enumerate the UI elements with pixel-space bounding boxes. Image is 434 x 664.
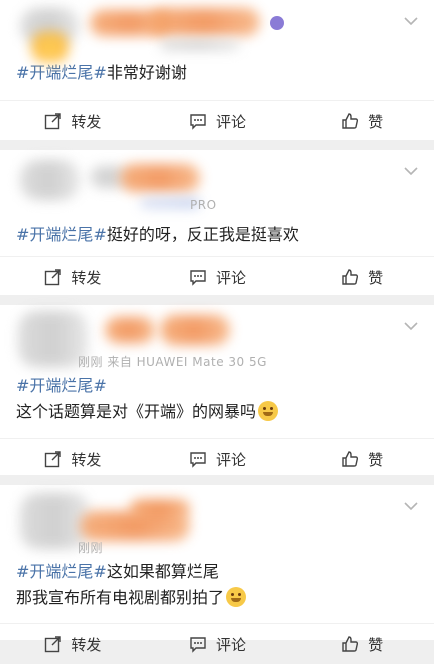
emoji-icon xyxy=(226,587,247,607)
like-label: 赞 xyxy=(368,112,384,131)
like-button[interactable]: 赞 xyxy=(289,439,434,479)
hashtag-link[interactable]: #开端烂尾# xyxy=(16,225,107,244)
comment-button[interactable]: 评论 xyxy=(145,624,290,664)
comment-button[interactable]: 评论 xyxy=(145,257,290,297)
hashtag-link[interactable]: #开端烂尾# xyxy=(16,373,418,399)
like-button[interactable]: 赞 xyxy=(289,624,434,664)
weibo-feed: #开端烂尾#非常好谢谢 转发 评论 赞 PRO #开端烂尾#挺好的呀，反正我是挺… xyxy=(0,0,434,654)
share-label: 转发 xyxy=(71,635,102,654)
post-actions: 转发 评论 赞 xyxy=(0,100,434,141)
like-label: 赞 xyxy=(368,635,384,654)
username-ext xyxy=(130,499,190,519)
share-button[interactable]: 转发 xyxy=(0,439,145,479)
post-actions: 转发 评论 赞 xyxy=(0,438,434,479)
post-card-3: 刚刚 来自 HUAWEI Mate 30 5G #开端烂尾# 这个话题算是对《开… xyxy=(0,305,434,475)
post-header: 刚刚 xyxy=(0,485,434,559)
username[interactable] xyxy=(105,317,155,343)
share-icon xyxy=(45,113,62,130)
share-label: 转发 xyxy=(71,112,102,131)
like-label: 赞 xyxy=(368,268,384,287)
post-meta xyxy=(160,40,240,50)
post-text: #开端烂尾#挺好的呀，反正我是挺喜欢 xyxy=(0,210,434,248)
comment-icon xyxy=(190,637,206,653)
post-header xyxy=(0,0,434,62)
comment-label: 评论 xyxy=(216,635,247,654)
comment-icon xyxy=(190,452,206,468)
thumbs-up-icon xyxy=(342,113,359,129)
post-body: 非常好谢谢 xyxy=(106,63,187,82)
chevron-down-icon[interactable] xyxy=(402,162,420,180)
device-label: 刚刚 来自 HUAWEI Mate 30 5G xyxy=(78,355,267,369)
comment-icon xyxy=(190,114,206,130)
chevron-down-icon[interactable] xyxy=(402,317,420,335)
post-body: 这个话题算是对《开端》的网暴吗 xyxy=(16,402,257,421)
post-card-1: #开端烂尾#非常好谢谢 转发 评论 赞 xyxy=(0,0,434,140)
comment-icon xyxy=(190,270,206,286)
post-text: #开端烂尾#这如果都算烂尾 那我宣布所有电视剧都别拍了 xyxy=(0,559,434,611)
post-body-line2: 那我宣布所有电视剧都别拍了 xyxy=(16,588,225,607)
avatar-badge xyxy=(28,32,72,62)
like-button[interactable]: 赞 xyxy=(289,101,434,141)
post-header: 刚刚 来自 HUAWEI Mate 30 5G xyxy=(0,305,434,373)
post-text: #开端烂尾# 这个话题算是对《开端》的网暴吗 xyxy=(0,373,434,425)
share-label: 转发 xyxy=(71,268,102,287)
username-ext xyxy=(120,164,200,192)
post-text: #开端烂尾#非常好谢谢 xyxy=(0,60,434,86)
vip-icon xyxy=(270,16,284,30)
share-icon xyxy=(45,636,62,653)
hashtag-link[interactable]: #开端烂尾# xyxy=(16,63,107,82)
username-ext xyxy=(160,315,230,345)
share-button[interactable]: 转发 xyxy=(0,624,145,664)
device-label: 刚刚 xyxy=(78,541,104,555)
thumbs-up-icon xyxy=(342,636,359,652)
share-label: 转发 xyxy=(71,450,102,469)
share-icon xyxy=(45,269,62,286)
post-body: 这如果都算烂尾 xyxy=(106,562,219,581)
share-button[interactable]: 转发 xyxy=(0,101,145,141)
post-body: 挺好的呀，反正我是挺喜欢 xyxy=(106,225,299,244)
like-label: 赞 xyxy=(368,450,384,469)
comment-button[interactable]: 评论 xyxy=(145,439,290,479)
comment-button[interactable]: 评论 xyxy=(145,101,290,141)
comment-label: 评论 xyxy=(216,268,247,287)
post-header: PRO xyxy=(0,150,434,212)
emoji-icon xyxy=(258,401,279,421)
post-card-2: PRO #开端烂尾#挺好的呀，反正我是挺喜欢 转发 评论 赞 xyxy=(0,150,434,295)
post-actions: 转发 评论 赞 xyxy=(0,256,434,297)
thumbs-up-icon xyxy=(342,269,359,285)
username-ext xyxy=(150,8,260,36)
hashtag-link[interactable]: #开端烂尾# xyxy=(16,562,107,581)
post-card-4: 刚刚 #开端烂尾#这如果都算烂尾 那我宣布所有电视剧都别拍了 转发 评论 赞 xyxy=(0,485,434,654)
share-icon xyxy=(45,451,62,468)
share-button[interactable]: 转发 xyxy=(0,257,145,297)
like-button[interactable]: 赞 xyxy=(289,257,434,297)
post-actions: 转发 评论 赞 xyxy=(0,623,434,664)
chevron-down-icon[interactable] xyxy=(402,497,420,515)
comment-label: 评论 xyxy=(216,450,247,469)
chevron-down-icon[interactable] xyxy=(402,12,420,30)
comment-label: 评论 xyxy=(216,112,247,131)
avatar[interactable] xyxy=(20,160,80,200)
device-label: PRO xyxy=(190,198,217,212)
thumbs-up-icon xyxy=(342,451,359,467)
